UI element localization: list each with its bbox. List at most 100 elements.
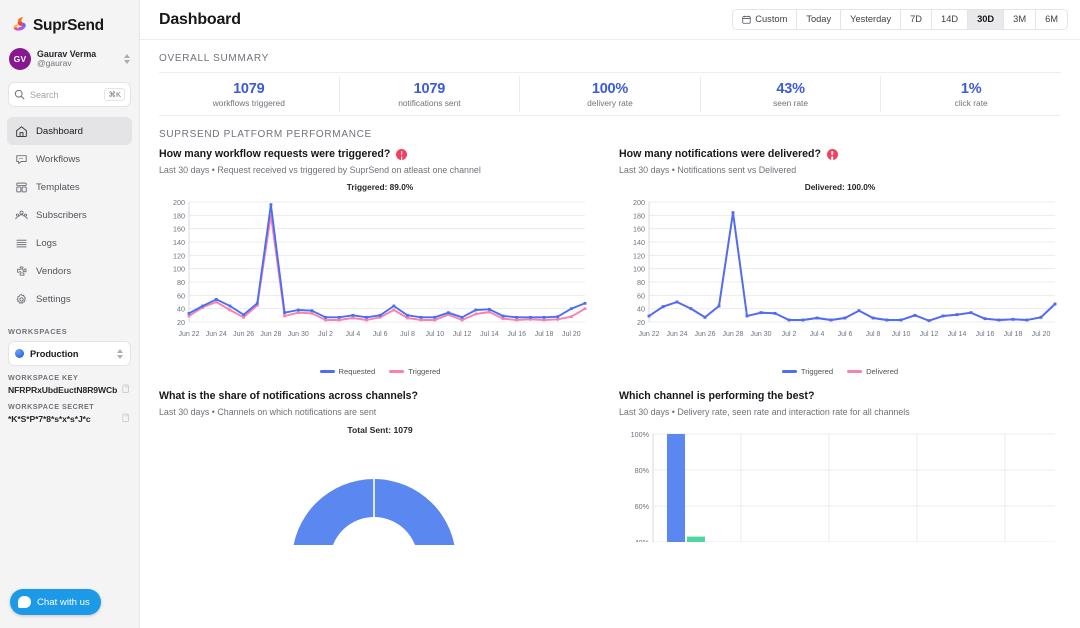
svg-text:60: 60: [177, 291, 185, 300]
sidebar-item-label: Subscribers: [36, 210, 87, 221]
svg-text:40%: 40%: [635, 538, 650, 542]
date-range-selector: Custom Today Yesterday 7D 14D 30D 3M 6M: [732, 9, 1068, 30]
stat-value: 1079: [159, 81, 339, 97]
svg-text:20: 20: [177, 318, 185, 327]
stat-value: 100%: [520, 81, 700, 97]
stat-value: 1079: [340, 81, 520, 97]
warning-icon[interactable]: [396, 149, 407, 160]
range-label: 7D: [910, 10, 922, 29]
chart-title: Triggered: 89.0%: [159, 182, 601, 192]
chevron-updown-icon: [115, 349, 124, 359]
sidebar-item-label: Workflows: [36, 154, 80, 165]
legend-swatch: [320, 370, 335, 373]
range-yesterday[interactable]: Yesterday: [841, 10, 901, 29]
svg-text:160: 160: [633, 225, 645, 234]
card-subtitle: Last 30 days • Delivery rate, seen rate …: [619, 407, 1061, 417]
overall-summary-row: 1079 workflows triggered 1079 notificati…: [159, 72, 1061, 116]
calendar-icon: [742, 15, 751, 24]
svg-text:Jul 2: Jul 2: [318, 331, 333, 338]
svg-text:Jul 2: Jul 2: [782, 331, 797, 338]
chart-legend: Triggered Delivered: [619, 367, 1061, 376]
sidebar-item-subscribers[interactable]: Subscribers: [7, 201, 132, 229]
range-today[interactable]: Today: [797, 10, 841, 29]
chart-legend: Requested Triggered: [159, 367, 601, 376]
svg-text:Jun 24: Jun 24: [206, 331, 227, 338]
svg-text:100: 100: [633, 265, 645, 274]
brand-logo[interactable]: SuprSend: [0, 0, 139, 40]
svg-text:Jul 12: Jul 12: [920, 331, 939, 338]
card-question: How many workflow requests were triggere…: [159, 148, 390, 160]
copy-icon[interactable]: [122, 384, 131, 395]
svg-text:Jul 18: Jul 18: [535, 331, 554, 338]
svg-text:120: 120: [173, 251, 185, 260]
stat-notifications-sent: 1079 notifications sent: [340, 76, 521, 112]
suprsend-logo-icon: [12, 16, 29, 35]
range-label: 6M: [1045, 10, 1058, 29]
card-question-row: What is the share of notifications acros…: [159, 390, 601, 402]
stat-delivery-rate: 100% delivery rate: [520, 76, 701, 112]
page-title: Dashboard: [159, 11, 241, 29]
workspace-select[interactable]: Production: [8, 341, 131, 366]
svg-text:Jul 20: Jul 20: [1032, 331, 1051, 338]
svg-text:Jul 12: Jul 12: [453, 331, 472, 338]
workspace-selected-label: Production: [30, 349, 109, 359]
workspace-secret-label: WORKSPACE SECRET: [8, 402, 131, 411]
sidebar-item-settings[interactable]: Settings: [7, 285, 132, 313]
legend-label: Delivered: [866, 367, 898, 376]
platform-performance-label: SUPRSEND PLATFORM PERFORMANCE: [159, 129, 1061, 140]
user-switcher[interactable]: GV Gaurav Verma @gaurav: [0, 40, 139, 78]
warning-icon[interactable]: [827, 149, 838, 160]
chat-bubble-icon: [18, 596, 31, 608]
svg-text:180: 180: [173, 211, 185, 220]
app-root: SuprSend GV Gaurav Verma @gaurav Search …: [0, 0, 1080, 628]
svg-text:60%: 60%: [635, 502, 650, 511]
range-7d[interactable]: 7D: [901, 10, 932, 29]
range-custom[interactable]: Custom: [733, 10, 797, 29]
sidebar-item-vendors[interactable]: Vendors: [7, 257, 132, 285]
legend-item: Requested: [320, 367, 376, 376]
line-chart-svg: 20406080100120140160180200Jun 22Jun 24Ju…: [619, 194, 1059, 364]
chat-with-us-button[interactable]: Chat with us: [10, 589, 101, 615]
donut-chart-svg: [159, 435, 589, 545]
list-lines-icon: [14, 236, 28, 250]
svg-text:Jul 20: Jul 20: [562, 331, 581, 338]
workspace-key-value: NFRPRxUbdEuctN8R9WCb: [8, 385, 118, 395]
search-placeholder: Search: [30, 90, 99, 100]
svg-text:Jul 16: Jul 16: [976, 331, 995, 338]
svg-text:40: 40: [637, 305, 645, 314]
search-input[interactable]: Search ⌘K: [8, 82, 131, 107]
legend-item: Triggered: [389, 367, 440, 376]
range-6m[interactable]: 6M: [1036, 10, 1067, 29]
range-label: 14D: [941, 10, 958, 29]
legend-swatch: [782, 370, 797, 373]
bar-chart-svg: 40%60%80%100%: [619, 424, 1059, 542]
range-3m[interactable]: 3M: [1004, 10, 1036, 29]
sidebar-item-label: Templates: [36, 182, 80, 193]
sidebar-item-label: Vendors: [36, 266, 71, 277]
range-14d[interactable]: 14D: [932, 10, 968, 29]
dashboard-content: OVERALL SUMMARY 1079 workflows triggered…: [140, 40, 1080, 545]
sidebar-item-workflows[interactable]: Workflows: [7, 145, 132, 173]
gear-icon: [14, 292, 28, 306]
svg-text:Jul 16: Jul 16: [507, 331, 526, 338]
svg-text:200: 200: [633, 198, 645, 207]
stat-caption: click rate: [881, 98, 1061, 108]
sidebar-item-logs[interactable]: Logs: [7, 229, 132, 257]
svg-text:Jul 18: Jul 18: [1004, 331, 1023, 338]
chart-title: Total Sent: 1079: [159, 425, 601, 435]
sidebar-item-templates[interactable]: Templates: [7, 173, 132, 201]
range-label: 30D: [977, 10, 994, 29]
sidebar-item-label: Settings: [36, 294, 71, 305]
legend-label: Triggered: [408, 367, 440, 376]
chat-button-label: Chat with us: [37, 597, 90, 608]
workspace-key-row: NFRPRxUbdEuctN8R9WCb: [8, 384, 131, 395]
chevron-updown-icon[interactable]: [122, 54, 131, 64]
svg-text:Jun 24: Jun 24: [666, 331, 687, 338]
legend-item: Triggered: [782, 367, 833, 376]
range-30d[interactable]: 30D: [968, 10, 1004, 29]
copy-icon[interactable]: [122, 413, 131, 424]
sidebar-item-dashboard[interactable]: Dashboard: [7, 117, 132, 145]
chat-flow-icon: [14, 152, 28, 166]
svg-text:40: 40: [177, 305, 185, 314]
card-channel-share: What is the share of notifications acros…: [159, 390, 601, 545]
